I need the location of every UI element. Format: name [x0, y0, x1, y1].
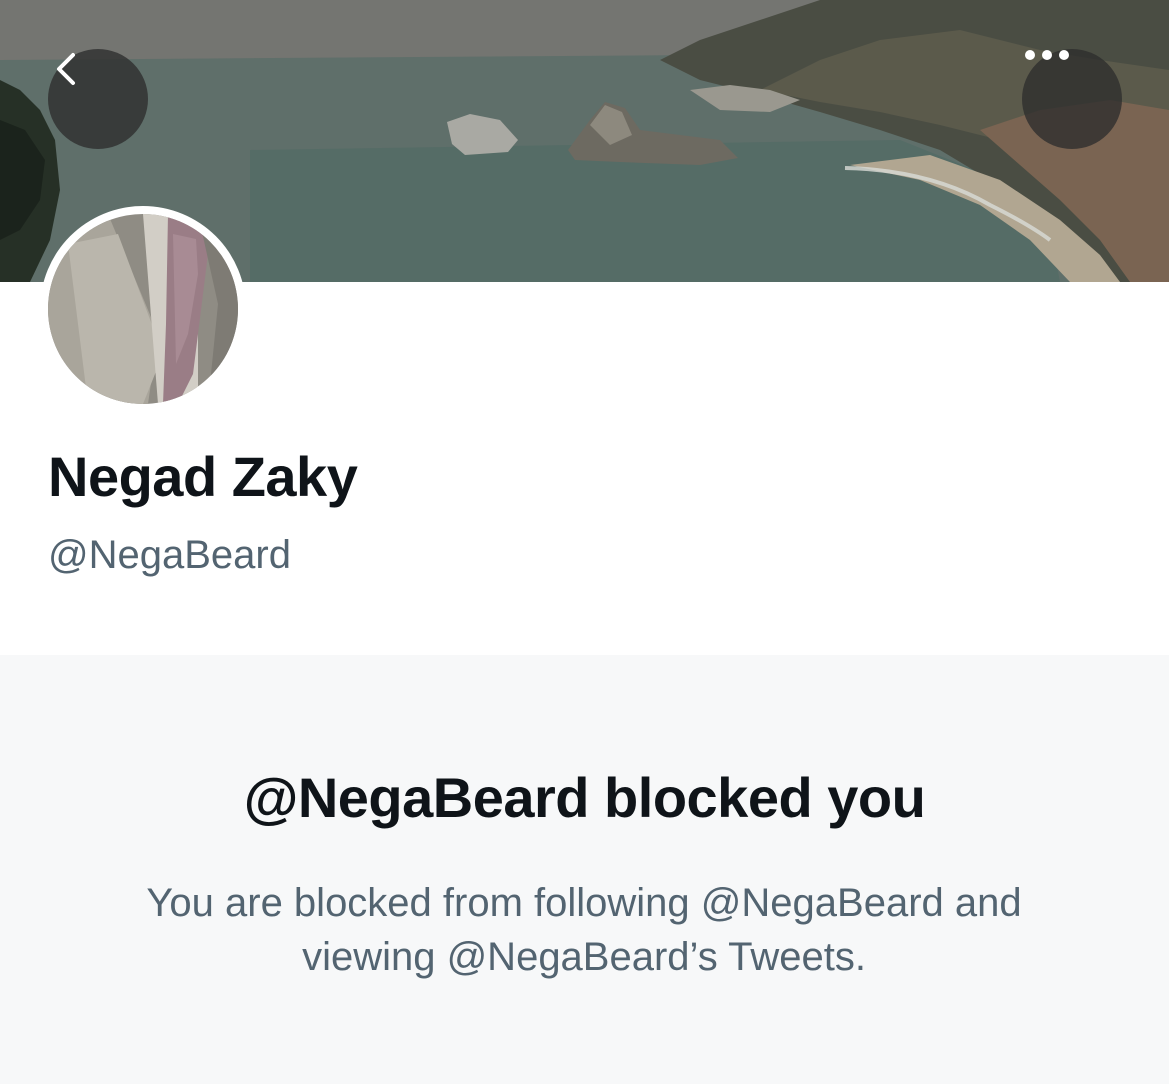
more-options-button[interactable] [1022, 49, 1122, 149]
profile-handle: @NegaBeard [48, 533, 291, 577]
blocked-description: You are blocked from following @NegaBear… [146, 881, 1022, 979]
chevron-left-icon [57, 53, 75, 85]
profile-name: Negad Zaky [48, 445, 358, 508]
blocked-notice-panel: @NegaBeard blocked you You are blocked f… [0, 655, 1169, 1084]
blocked-title: @NegaBeard blocked you [243, 766, 926, 829]
back-button[interactable] [48, 49, 148, 149]
avatar[interactable] [40, 206, 246, 412]
more-horizontal-icon [1025, 50, 1069, 60]
profile-page: Negad Zaky @NegaBeard @NegaBeard blocked… [0, 0, 1169, 1084]
avatar-image [48, 214, 238, 404]
